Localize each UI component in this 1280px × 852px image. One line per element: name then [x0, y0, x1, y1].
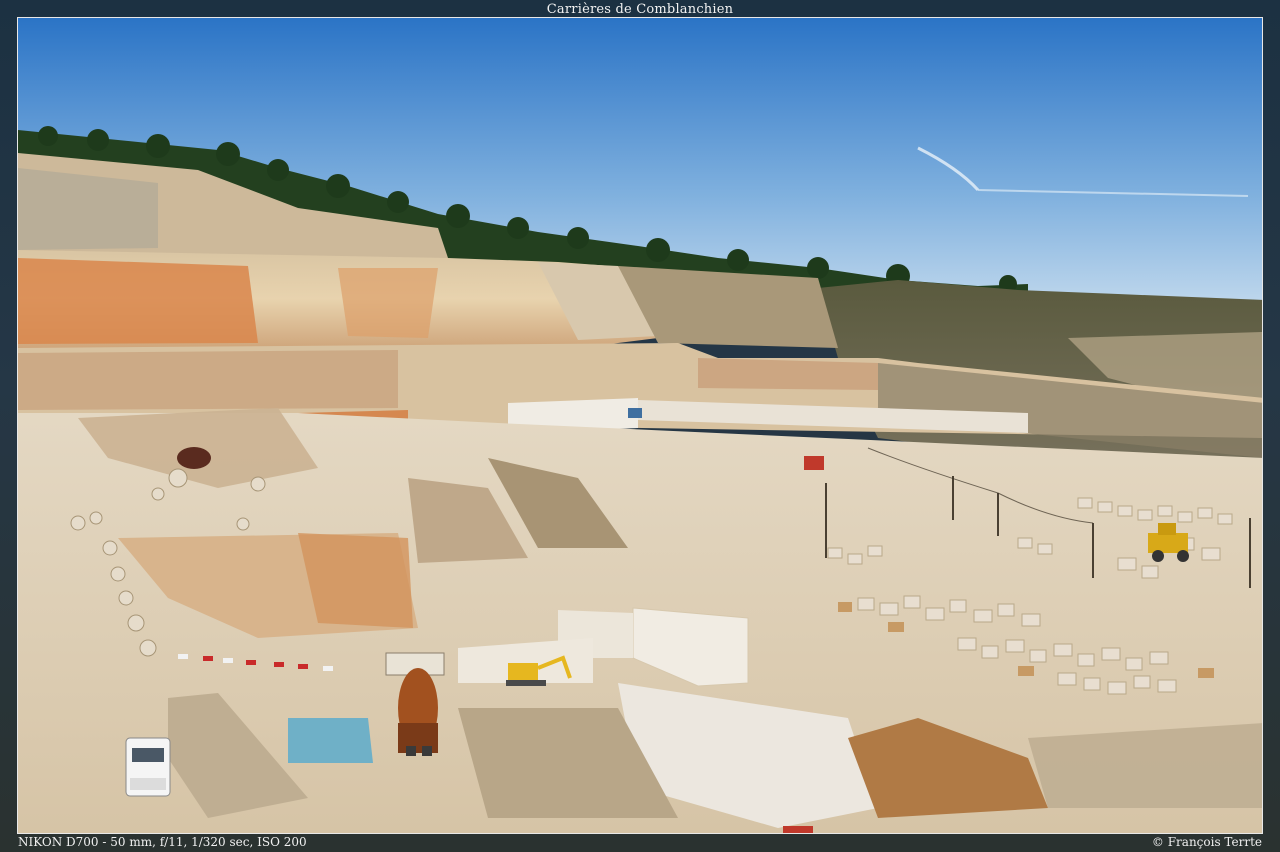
- quarry-photo: [17, 17, 1263, 834]
- quarry-scene: [18, 18, 1262, 833]
- photo-credit: © François Terrte: [1151, 835, 1262, 849]
- exif-caption: NIKON D700 - 50 mm, f/11, 1/320 sec, ISO…: [18, 835, 307, 849]
- blue-machine: [628, 408, 642, 418]
- orange-rock-face: [18, 258, 258, 344]
- water-pool: [288, 718, 373, 763]
- photo-title: Carrières de Comblanchien: [546, 2, 734, 17]
- white-pickup-truck: [125, 737, 171, 797]
- rusty-tank: [177, 447, 211, 469]
- photo-frame: Carrières de Comblanchien NIKON D700 - 5…: [0, 0, 1280, 852]
